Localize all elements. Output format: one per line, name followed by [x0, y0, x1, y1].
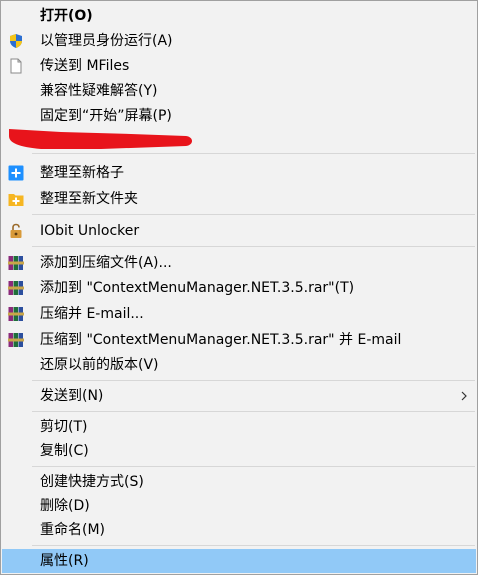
menu-item-cut-label: 剪切(T): [40, 419, 88, 435]
menu-item-iobit-unlocker-label: IObit Unlocker: [40, 223, 140, 239]
menu-item-cut[interactable]: 剪切(T): [2, 415, 476, 439]
menu-item-run-as-admin-label: 以管理员身份运行(A): [40, 33, 173, 49]
menu-separator: [32, 466, 475, 467]
menu-item-delete[interactable]: 删除(D): [2, 494, 476, 518]
menu-item-send-to-mfiles-label: 传送到 MFiles: [40, 58, 130, 74]
menu-item-properties-label: 属性(R): [40, 553, 89, 569]
menu-item-send-to-mfiles[interactable]: 传送到 MFiles: [2, 54, 476, 78]
winrar-books-icon: [8, 280, 24, 296]
menu-item-add-to-archive[interactable]: 添加到压缩文件(A)...: [2, 251, 476, 275]
menu-item-compress-to-rar-email-label: 压缩到 "ContextMenuManager.NET.3.5.rar" 并 E…: [40, 332, 402, 348]
menu-item-rename[interactable]: 重命名(M): [2, 518, 476, 542]
menu-item-create-shortcut[interactable]: 创建快捷方式(S): [2, 470, 476, 494]
context-menu: 打开(O) 以管理员身份运行(A) 传送到 MFiles 兼容性疑难解答(Y) …: [0, 0, 478, 575]
uac-shield-icon: [8, 33, 24, 49]
menu-separator: [32, 214, 475, 215]
menu-item-restore-previous[interactable]: 还原以前的版本(V): [2, 353, 476, 377]
menu-item-properties[interactable]: 属性(R): [2, 549, 476, 573]
menu-item-copy-label: 复制(C): [40, 443, 89, 459]
menu-item-send-to[interactable]: 发送到(N): [2, 384, 476, 408]
menu-item-iobit-unlocker[interactable]: IObit Unlocker: [2, 219, 476, 243]
menu-item-pin-to-start-label: 固定到“开始”屏幕(P): [40, 108, 172, 124]
menu-item-delete-label: 删除(D): [40, 498, 90, 514]
menu-item-restore-previous-label: 还原以前的版本(V): [40, 357, 159, 373]
winrar-books-icon: [8, 332, 24, 348]
menu-item-pin-to-start[interactable]: 固定到“开始”屏幕(P): [2, 104, 476, 128]
menu-item-troubleshoot-compat[interactable]: 兼容性疑难解答(Y): [2, 79, 476, 103]
menu-item-add-to-rar-label: 添加到 "ContextMenuManager.NET.3.5.rar"(T): [40, 280, 355, 296]
menu-item-open[interactable]: 打开(O): [2, 4, 476, 28]
padlock-icon: [8, 223, 24, 239]
folder-plus-icon: [8, 191, 24, 207]
menu-item-compress-email-label: 压缩并 E-mail...: [40, 306, 144, 322]
menu-item-troubleshoot-compat-label: 兼容性疑难解答(Y): [40, 83, 158, 99]
winrar-books-icon: [8, 255, 24, 271]
menu-item-send-to-label: 发送到(N): [40, 388, 104, 404]
menu-item-add-to-archive-label: 添加到压缩文件(A)...: [40, 255, 172, 271]
blank-document-icon: [8, 58, 24, 74]
menu-item-open-label: 打开(O): [40, 8, 93, 24]
menu-item-compress-email[interactable]: 压缩并 E-mail...: [2, 302, 476, 326]
menu-separator: [32, 545, 475, 546]
menu-item-copy[interactable]: 复制(C): [2, 439, 476, 463]
blue-plus-icon: [8, 165, 24, 181]
menu-separator: [32, 411, 475, 412]
menu-item-create-shortcut-label: 创建快捷方式(S): [40, 474, 144, 490]
menu-separator: [32, 380, 475, 381]
menu-item-rename-label: 重命名(M): [40, 522, 106, 538]
menu-item-organize-new-grid-label: 整理至新格子: [40, 165, 124, 181]
menu-item-compress-to-rar-email[interactable]: 压缩到 "ContextMenuManager.NET.3.5.rar" 并 E…: [2, 328, 476, 352]
menu-item-add-to-rar[interactable]: 添加到 "ContextMenuManager.NET.3.5.rar"(T): [2, 276, 476, 300]
menu-item-organize-new-folder[interactable]: 整理至新文件夹: [2, 187, 476, 211]
menu-separator: [32, 153, 475, 154]
winrar-books-icon: [8, 306, 24, 322]
menu-item-run-as-admin[interactable]: 以管理员身份运行(A): [2, 29, 476, 53]
menu-item-organize-new-grid[interactable]: 整理至新格子: [2, 161, 476, 185]
menu-item-organize-new-folder-label: 整理至新文件夹: [40, 191, 138, 207]
menu-separator: [32, 246, 475, 247]
